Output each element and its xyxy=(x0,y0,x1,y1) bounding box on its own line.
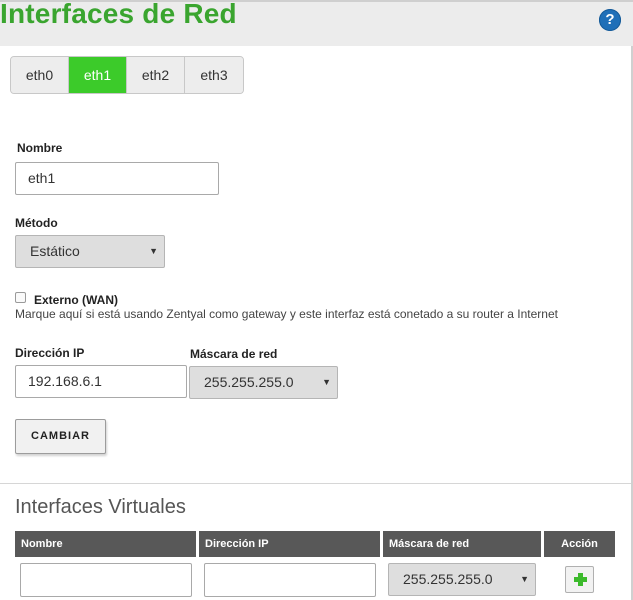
virtual-ip-field[interactable] xyxy=(204,563,376,597)
name-label: Nombre xyxy=(17,141,63,155)
mask-select[interactable]: 255.255.255.0 ▼ xyxy=(189,366,338,399)
chevron-down-icon: ▼ xyxy=(322,377,331,387)
method-select[interactable]: Estático ▼ xyxy=(15,235,165,268)
interface-tabs: eth0 eth1 eth2 eth3 xyxy=(10,56,244,94)
virtual-mask-select-value: 255.255.255.0 xyxy=(403,571,493,587)
tab-eth0[interactable]: eth0 xyxy=(11,57,69,93)
section-divider xyxy=(0,483,631,484)
method-label: Método xyxy=(15,216,58,230)
name-field[interactable]: eth1 xyxy=(15,162,219,195)
page-header: Interfaces de Red ? xyxy=(0,0,633,46)
tab-eth3[interactable]: eth3 xyxy=(185,57,243,93)
chevron-down-icon: ▼ xyxy=(520,574,529,584)
add-virtual-interface-button[interactable] xyxy=(565,566,594,593)
plus-icon xyxy=(574,573,587,586)
column-header-mask: Máscara de red xyxy=(383,531,541,557)
tab-eth2[interactable]: eth2 xyxy=(127,57,185,93)
change-button[interactable]: CAMBIAR xyxy=(15,419,106,454)
help-icon[interactable]: ? xyxy=(599,9,621,31)
virtual-name-field[interactable] xyxy=(20,563,192,597)
external-wan-checkbox[interactable] xyxy=(15,292,26,303)
column-header-action: Acción xyxy=(544,531,615,557)
column-header-ip: Dirección IP xyxy=(199,531,380,557)
column-header-name: Nombre xyxy=(15,531,196,557)
method-select-value: Estático xyxy=(30,243,80,259)
tab-eth1[interactable]: eth1 xyxy=(69,57,127,93)
external-wan-label: Externo (WAN) xyxy=(34,293,118,307)
mask-select-value: 255.255.255.0 xyxy=(204,374,294,390)
chevron-down-icon: ▼ xyxy=(149,246,158,256)
mask-label: Máscara de red xyxy=(190,347,278,361)
page-title: Interfaces de Red xyxy=(0,0,237,29)
ip-label: Dirección IP xyxy=(15,346,85,360)
external-wan-help: Marque aquí si está usando Zentyal como … xyxy=(15,307,558,321)
virtual-mask-select[interactable]: 255.255.255.0 ▼ xyxy=(388,563,536,596)
ip-field[interactable]: 192.168.6.1 xyxy=(15,365,187,398)
virtual-interfaces-title: Interfaces Virtuales xyxy=(15,496,186,518)
